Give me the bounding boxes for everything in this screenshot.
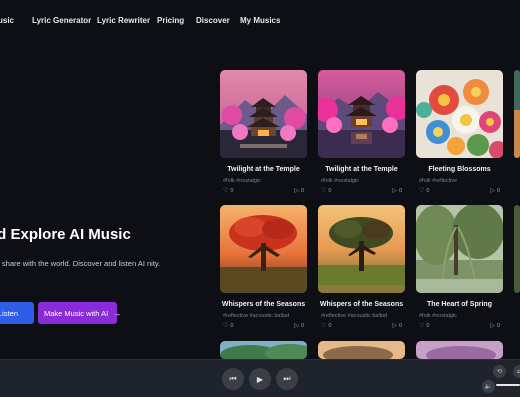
nav-pricing[interactable]: Pricing [157,16,184,25]
song-title[interactable]: Whispers of the Seasons [318,301,405,308]
song-title[interactable]: Twilight at the Temple [318,166,405,173]
plays-count: 0 [398,188,402,194]
heart-icon[interactable]: ♡ [223,188,228,194]
song-card[interactable]: Whispers of the Seasons #reflective #aco… [318,205,405,330]
plays-count: 0 [300,323,304,329]
nav-discover[interactable]: Discover [196,16,230,25]
song-card[interactable]: Twilight at the Temple #folk #nostalgic … [220,70,307,195]
nav-ai-music[interactable]: usic [0,16,14,25]
song-cover-image[interactable] [318,341,405,359]
song-tags: #reflective #acoustic ballad [321,313,388,319]
play-count-icon: ▷ [294,188,299,194]
likes-count: 0 [230,323,234,329]
make-music-button-label: Make Music with AI [44,308,109,318]
song-card-partial[interactable] [514,70,520,158]
plays-count: 0 [496,323,500,329]
likes-count: 0 [426,323,430,329]
play-count-icon: ▷ [294,323,299,329]
arrow-right-icon: → [113,308,122,318]
song-cover-image[interactable] [416,341,503,359]
song-tags: #folk #nostalgic [223,178,261,184]
skip-forward-icon[interactable]: ⏭ [276,368,298,390]
plays-count: 0 [300,188,304,194]
top-nav: usic Lyric Generator Lyric Rewriter Pric… [0,0,520,42]
song-card[interactable]: Twilight at the Temple #folk #nostalgic … [318,70,405,195]
plays-count: 0 [496,188,500,194]
song-card[interactable] [220,341,307,359]
heart-icon[interactable]: ♡ [419,188,424,194]
song-cover-image[interactable] [416,205,503,293]
repeat-icon[interactable]: ⟲ [493,365,506,378]
song-tags: #folk #nostalgic [419,313,457,319]
heart-icon[interactable]: ♡ [321,323,326,329]
play-count-icon: ▷ [392,188,397,194]
song-card[interactable] [318,341,405,359]
volume-icon[interactable]: 🔈 [482,380,495,393]
song-cover-image[interactable] [220,341,307,359]
likes-count: 0 [328,188,332,194]
likes-count: 0 [426,188,430,194]
song-cover-image[interactable] [318,205,405,293]
hero-subtitle: J, share with the world. Discover and li… [0,259,161,268]
skip-back-icon[interactable]: ⏮ [222,368,244,390]
song-title[interactable]: Whispers of the Seasons [220,301,307,308]
music-player-bar: ⏮ ▶ ⏭ ⟲ ⇄ 🔈 [0,359,520,397]
play-icon[interactable]: ▶ [249,368,271,390]
song-stats: ♡ 0 ▷ 0 [318,187,405,195]
song-cover-image[interactable] [514,70,520,158]
song-cover-image[interactable] [514,205,520,293]
song-cover-image[interactable] [416,70,503,158]
song-stats: ♡ 0 ▷ 0 [220,187,307,195]
nav-my-musics[interactable]: My Musics [240,16,280,25]
nav-lyric-generator[interactable]: Lyric Generator [32,16,91,25]
song-cover-image[interactable] [220,205,307,293]
song-tags: #folk #reflective [419,178,458,184]
song-title[interactable]: Twilight at the Temple [220,166,307,173]
song-cover-image[interactable] [220,70,307,158]
nav-lyric-rewriter[interactable]: Lyric Rewriter [97,16,150,25]
volume-slider[interactable] [496,384,520,386]
song-card[interactable]: Whispers of the Seasons #reflective #aco… [220,205,307,330]
heart-icon[interactable]: ♡ [223,323,228,329]
heart-icon[interactable]: ♡ [419,323,424,329]
likes-count: 0 [230,188,234,194]
likes-count: 0 [328,323,332,329]
song-title[interactable]: The Heart of Spring [416,301,503,308]
song-stats: ♡ 0 ▷ 0 [220,322,307,330]
play-count-icon: ▷ [490,188,495,194]
song-card-partial[interactable] [514,205,520,293]
song-card[interactable] [416,341,503,359]
song-title[interactable]: Fleeting Blossoms [416,166,503,173]
shuffle-icon[interactable]: ⇄ [513,365,520,378]
listen-button-label: Listen [0,308,19,318]
song-card[interactable]: Fleeting Blossoms #folk #reflective ♡ 0 ▷… [416,70,503,195]
make-music-button[interactable]: Make Music with AI → [38,302,121,324]
song-tags: #reflective #acoustic ballad [223,313,290,319]
song-cover-image[interactable] [318,70,405,158]
song-stats: ♡ 0 ▷ 0 [416,322,503,330]
song-stats: ♡ 0 ▷ 0 [416,187,503,195]
hero-title: nd Explore AI Music [0,226,131,243]
play-count-icon: ▷ [490,323,495,329]
song-tags: #folk #nostalgic [321,178,359,184]
play-count-icon: ▷ [392,323,397,329]
plays-count: 0 [398,323,402,329]
song-card[interactable]: The Heart of Spring #folk #nostalgic ♡ 0 … [416,205,503,330]
song-stats: ♡ 0 ▷ 0 [318,322,405,330]
listen-button[interactable]: Listen [0,302,34,324]
heart-icon[interactable]: ♡ [321,188,326,194]
